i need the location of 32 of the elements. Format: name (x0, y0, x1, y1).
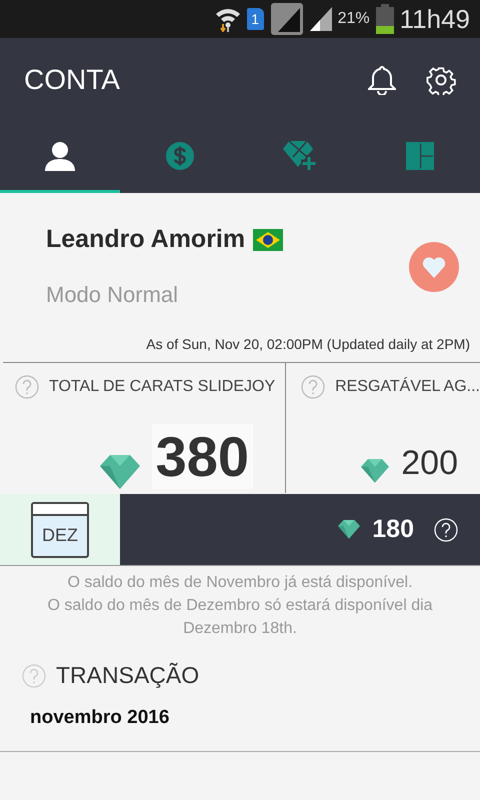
diamond-icon (361, 459, 390, 483)
battery-icon (376, 4, 394, 34)
stat-label: RESGATÁVEL AG... (335, 378, 480, 396)
section-title: TRANSAÇÃO (56, 662, 200, 689)
wifi-icon (214, 6, 241, 32)
stat-label: TOTAL DE CARATS SLIDEJOY (49, 378, 276, 396)
calendar-icon: DEZ (31, 502, 89, 558)
mode-label: Modo Normal (46, 282, 178, 308)
battery-percent: 21% (338, 10, 370, 28)
settings-icon[interactable] (426, 65, 456, 95)
diamond-plus-icon (283, 141, 317, 171)
flag-icon (253, 228, 284, 250)
month-heading: novembro 2016 (30, 707, 170, 728)
diamond-icon (338, 520, 360, 539)
person-icon (44, 141, 76, 171)
grid-icon (406, 142, 434, 170)
dollar-icon (166, 142, 194, 170)
stat-value: 380 (152, 424, 254, 489)
signal-icon (310, 7, 332, 31)
bell-icon[interactable] (368, 65, 396, 95)
page-title: CONTA (24, 64, 121, 96)
diamond-icon (100, 455, 140, 489)
user-name: Leandro Amorim (46, 225, 246, 254)
month-balance: 180 (372, 515, 414, 544)
update-note: As of Sun, Nov 20, 02:00PM (Updated daily at 2PM) (146, 336, 470, 352)
heart-icon (422, 256, 446, 278)
clock-time: 11h49 (400, 4, 470, 34)
stat-value: 200 (401, 444, 458, 483)
info-text: O saldo do mês de Dezembro só estará disponível dia Dezembro 18th. (46, 596, 434, 639)
info-text: O saldo do mês de Novembro já está disponível. (66, 573, 414, 593)
sim-icon: 1 (246, 8, 264, 30)
favorite-button[interactable] (409, 242, 459, 292)
